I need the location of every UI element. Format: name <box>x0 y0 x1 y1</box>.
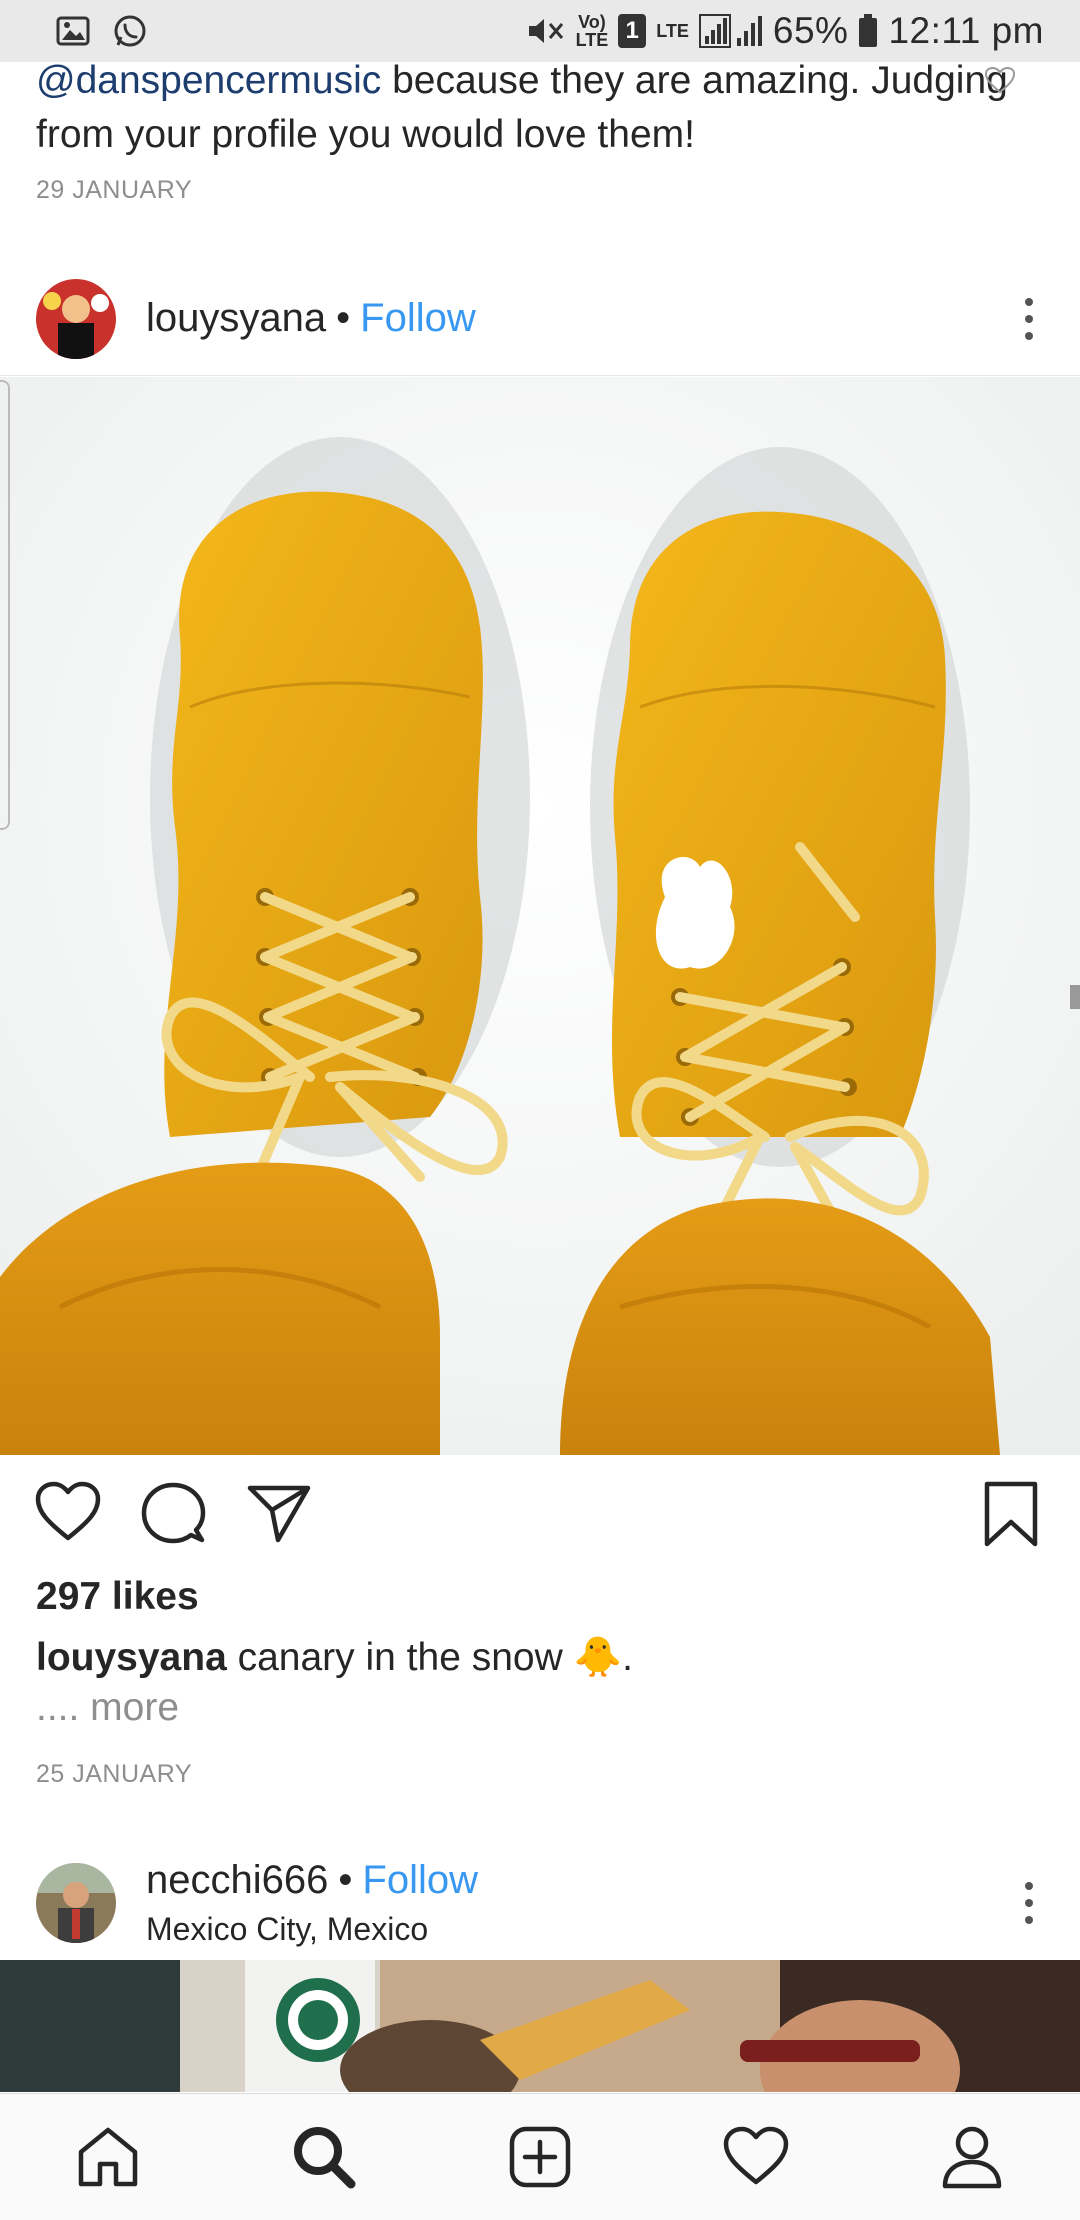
post-header: louysyana • Follow <box>0 262 1080 376</box>
post2-username[interactable]: necchi666 <box>146 1858 328 1903</box>
battery-icon <box>858 14 878 48</box>
heart-icon[interactable] <box>34 1480 102 1549</box>
avatar[interactable] <box>36 1862 116 1943</box>
caption-text: canary in the snow 🐥. <box>226 1636 634 1679</box>
caption: louysyana canary in the snow 🐥. <box>36 1632 633 1684</box>
mention-link[interactable]: @danspencermusic <box>36 59 381 102</box>
whatsapp-icon <box>112 13 148 49</box>
post-username[interactable]: louysyana <box>146 296 326 341</box>
edge-panel-handle[interactable] <box>0 380 10 830</box>
caption-username[interactable]: louysyana <box>36 1636 227 1679</box>
add-post-icon[interactable] <box>486 2103 594 2211</box>
bookmark-icon[interactable] <box>982 1480 1040 1553</box>
comment-like-icon[interactable] <box>984 66 1016 99</box>
signal-icon <box>698 14 763 48</box>
follow-button[interactable]: Follow <box>362 1858 478 1903</box>
post-image[interactable] <box>0 377 1080 1455</box>
bottom-navigation <box>0 2093 1080 2220</box>
mute-icon <box>526 15 566 47</box>
scrollbar-thumb[interactable] <box>1070 985 1080 1009</box>
gallery-icon <box>56 16 90 46</box>
avatar[interactable] <box>36 278 116 359</box>
volte-indicator: Vo) LTE <box>575 12 609 50</box>
post2-image[interactable] <box>0 1960 1080 2092</box>
sim-indicator: 1 <box>618 14 647 48</box>
search-icon[interactable] <box>270 2103 378 2211</box>
comment-icon[interactable] <box>140 1480 206 1551</box>
post-actions <box>0 1480 1080 1552</box>
share-icon[interactable] <box>246 1480 312 1551</box>
lte-indicator: LTE <box>656 21 689 41</box>
activity-heart-icon[interactable] <box>702 2103 810 2211</box>
post2-location[interactable]: Mexico City, Mexico <box>146 1911 478 1948</box>
battery-percent: 65% <box>772 10 849 51</box>
previous-comment: @danspencermusic because they are amazin… <box>36 54 1016 162</box>
comment-text: @danspencermusic because they are amazin… <box>36 59 1008 156</box>
comment-date: 29 JANUARY <box>36 176 192 204</box>
profile-icon[interactable] <box>918 2103 1026 2211</box>
more-options-icon[interactable] <box>1014 1873 1044 1933</box>
caption-more-link[interactable]: .... more <box>36 1686 179 1730</box>
follow-button[interactable]: Follow <box>360 296 476 341</box>
status-bar: Vo) LTE 1 LTE 65% 12:11 pm <box>0 0 1080 62</box>
post2-header: necchi666 • Follow Mexico City, Mexico <box>0 1845 1080 1960</box>
post-date: 25 JANUARY <box>36 1760 192 1788</box>
separator: • <box>338 1857 353 1902</box>
likes-count[interactable]: 297 likes <box>36 1575 199 1619</box>
more-options-icon[interactable] <box>1014 289 1044 349</box>
home-icon[interactable] <box>54 2103 162 2211</box>
clock: 12:11 pm <box>888 10 1044 51</box>
separator: • <box>336 296 351 340</box>
